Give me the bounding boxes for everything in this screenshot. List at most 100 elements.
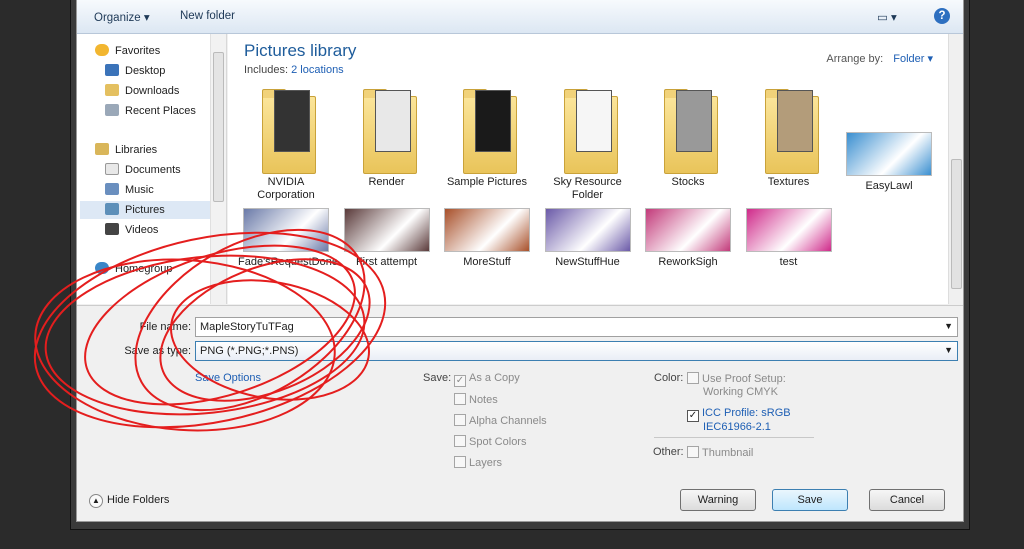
proof-setup-checkbox[interactable]: Use Proof Setup: [687,372,786,385]
toolbar: Organize ▾ New folder ▭ ▾ ? [77,0,963,34]
notes-checkbox[interactable]: Notes [454,393,498,406]
library-title: Pictures library [244,41,357,60]
cancel-button[interactable]: Cancel [869,489,945,511]
nav-homegroup[interactable]: Homegroup [95,260,172,278]
folder-icon [558,86,618,176]
file-item-label: First attempt [355,256,418,268]
file-item[interactable]: EasyLawl [841,86,937,193]
image-thumbnail [745,208,832,252]
folder-icon [357,86,417,176]
view-icon[interactable]: ▭ ▾ [877,10,897,24]
file-item[interactable]: Stocks [640,86,736,189]
file-item[interactable]: test [741,208,837,269]
filename-input[interactable]: MapleStoryTuTFag ▼ [195,317,958,337]
nav-downloads[interactable]: Downloads [105,82,179,100]
nav-videos[interactable]: Videos [105,221,158,239]
file-item-label: MoreStuff [463,256,511,268]
nav-music[interactable]: Music [105,181,154,199]
save-options-panel: File name: MapleStoryTuTFag ▼ Save as typ… [77,305,963,520]
image-thumbnail [343,208,430,252]
arrange-by-dropdown[interactable]: Folder ▾ [893,53,933,65]
image-thumbnail [243,208,329,252]
items-grid: NVIDIA Corporation Render Sample Pictures S… [228,86,948,301]
hide-folders-button[interactable]: ▲ Hide Folders [89,494,169,508]
folder-icon [256,86,316,176]
thumbnail-checkbox[interactable]: Thumbnail [687,446,753,459]
file-item[interactable]: ReworkSigh [640,208,736,269]
other-label: Other: [653,446,684,458]
color-label: Color: [654,372,684,384]
file-item-label: ReworkSigh [658,256,718,268]
nav-libraries[interactable]: Libraries [95,141,157,159]
help-icon[interactable]: ? [934,8,950,24]
file-item[interactable]: NVIDIA Corporation [238,86,334,202]
file-item[interactable]: NewStuffHue [540,208,636,269]
file-item-label: Sky Resource Folder [553,176,622,201]
save-button[interactable]: Save [772,489,848,511]
nav-pictures[interactable]: Pictures [80,201,210,219]
library-includes: Includes: 2 locations [244,64,344,76]
music-icon [105,183,119,195]
organize-button[interactable]: Organize ▾ [94,10,150,24]
save-options-link[interactable]: Save Options [195,372,261,384]
save-type-select[interactable]: PNG (*.PNG;*.PNS) ▼ [195,341,958,361]
chevron-up-icon: ▲ [89,494,103,508]
arrange-by: Arrange by: Folder ▾ [826,53,933,65]
file-item[interactable]: Sky Resource Folder [540,86,636,202]
file-item-label: test [779,256,798,268]
file-item[interactable]: MoreStuff [439,208,535,269]
save-dialog: Organize ▾ New folder ▭ ▾ ? Favorites De… [76,0,964,522]
filename-label: File name: [139,321,191,333]
file-item[interactable]: Fade'sRequestDone [238,208,338,269]
folder-icon [658,86,718,176]
star-icon [95,44,109,56]
save-label: Save: [423,372,452,384]
file-item[interactable]: First attempt [339,208,435,269]
pictures-icon [105,203,119,215]
icc-profile-checkbox[interactable]: ✓ ICC Profile: sRGB [687,407,791,422]
file-item-label: Render [368,176,405,188]
documents-icon [105,163,119,175]
file-view-scrollbar[interactable] [948,34,963,304]
folder-icon [457,86,517,176]
proof-setup-value: Working CMYK [703,386,778,398]
locations-link[interactable]: 2 locations [291,64,344,76]
new-folder-button[interactable]: New folder [180,10,235,22]
file-item-label: NVIDIA Corporation [257,176,315,201]
recent-places-icon [105,104,119,116]
image-thumbnail [444,208,530,252]
file-item-label: EasyLawl [865,180,913,192]
nav-documents[interactable]: Documents [105,161,181,179]
folder-icon [759,86,819,176]
nav-desktop[interactable]: Desktop [105,62,165,80]
file-item[interactable]: Textures [741,86,837,189]
scroll-thumb[interactable] [951,159,962,289]
warning-button[interactable]: Warning [680,489,756,511]
nav-favorites[interactable]: Favorites [95,42,160,60]
chevron-down-icon[interactable]: ▼ [944,345,953,355]
save-type-label: Save as type: [124,345,191,357]
icc-profile-value: IEC61966-2.1 [703,421,771,433]
file-view: Pictures library Includes: 2 locations A… [228,34,963,304]
layers-checkbox[interactable]: Layers [454,456,502,469]
as-copy-checkbox[interactable]: ✓ As a Copy [454,372,520,387]
spot-colors-checkbox[interactable]: Spot Colors [454,435,526,448]
nav-recent-places[interactable]: Recent Places [105,102,196,120]
file-item[interactable]: Sample Pictures [439,86,535,189]
nav-scrollbar[interactable] [210,34,226,304]
divider [654,437,814,438]
image-thumbnail [544,208,631,252]
libraries-icon [95,143,109,155]
alpha-channels-checkbox[interactable]: Alpha Channels [454,414,547,427]
image-thumbnail [846,132,932,176]
file-item[interactable]: Render [339,86,435,189]
chevron-down-icon[interactable]: ▼ [944,321,953,331]
videos-icon [105,223,119,235]
file-item-label: Fade'sRequestDone [238,256,338,268]
file-item-label: NewStuffHue [555,256,620,268]
navigation-pane: Favorites Desktop Downloads Recent Place… [77,34,227,304]
image-thumbnail [645,208,731,252]
downloads-icon [105,84,119,96]
nav-scroll-thumb[interactable] [213,52,224,202]
file-item-label: Stocks [671,176,705,188]
